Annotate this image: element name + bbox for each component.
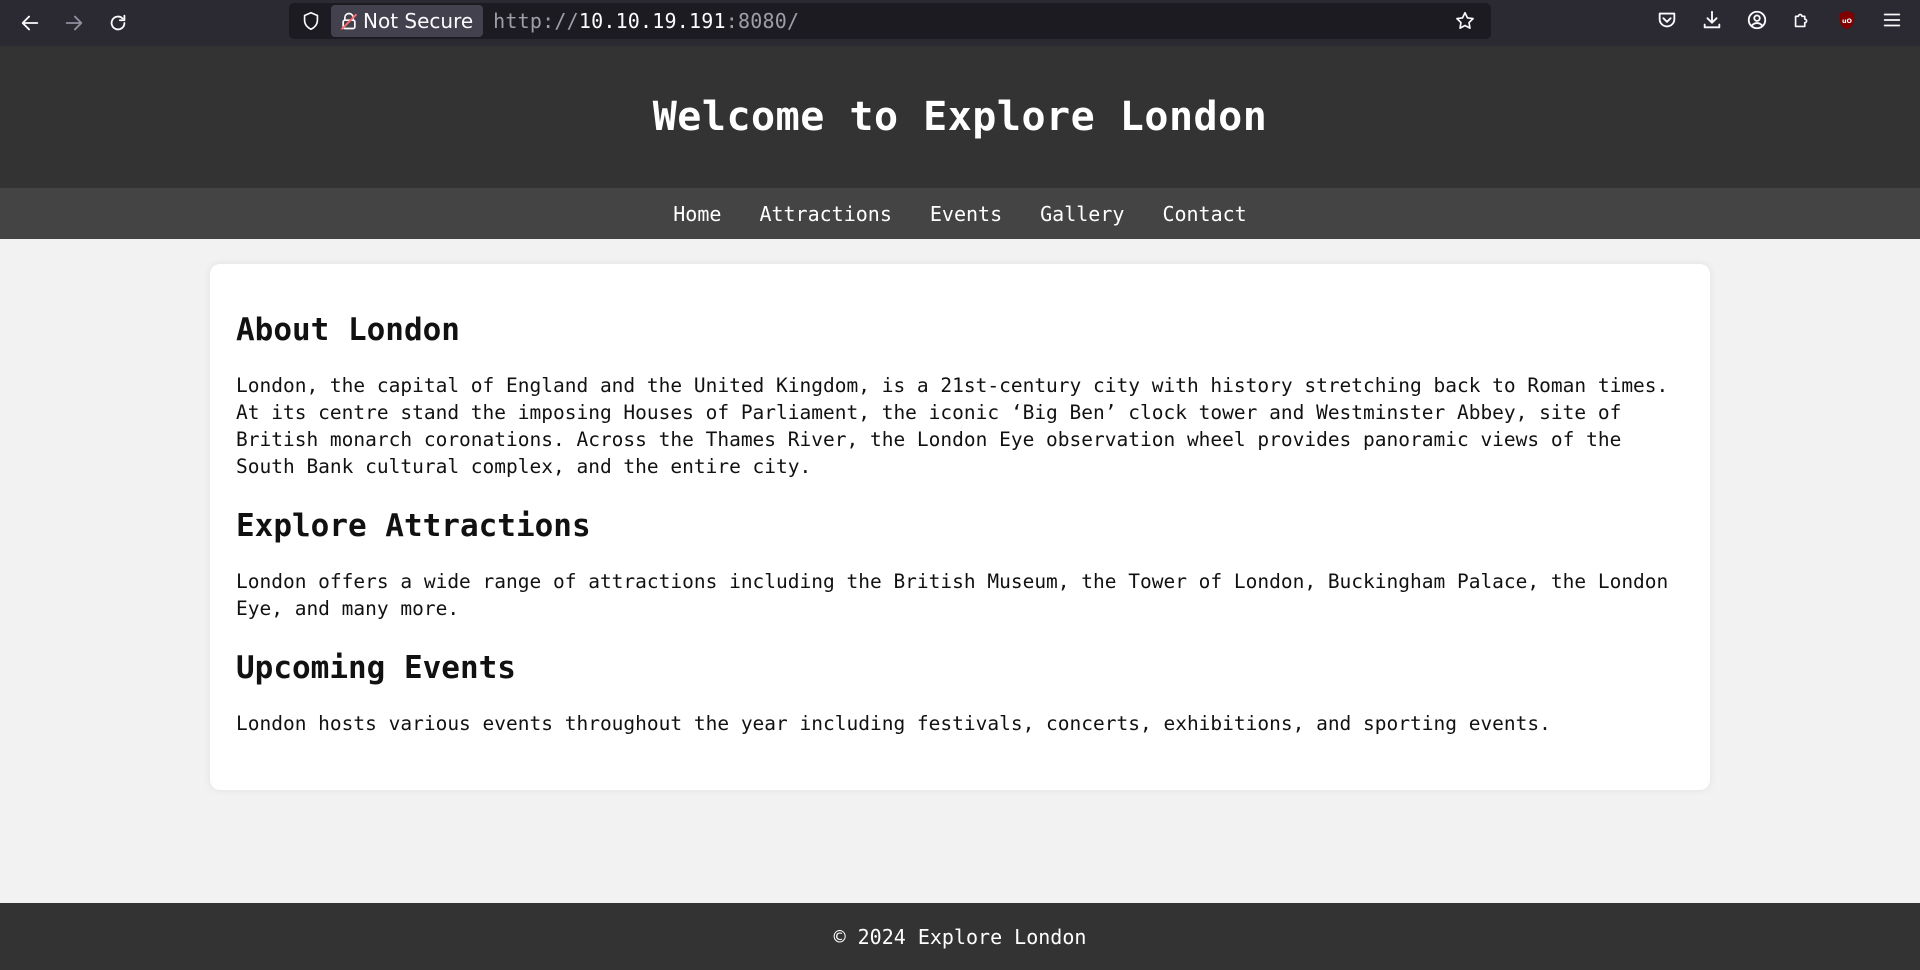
events-section: Upcoming Events London hosts various eve… — [236, 650, 1684, 737]
copyright-text: © 2024 Explore London — [833, 924, 1087, 949]
account-button[interactable] — [1734, 0, 1779, 40]
nav-link-attractions[interactable]: Attractions — [759, 202, 891, 226]
reload-button[interactable] — [96, 3, 140, 43]
url-scheme: http:// — [493, 9, 579, 33]
nav-link-gallery[interactable]: Gallery — [1040, 202, 1124, 226]
attractions-section: Explore Attractions London offers a wide… — [236, 508, 1684, 622]
page-title: Welcome to Explore London — [652, 94, 1268, 140]
menu-icon — [1883, 13, 1900, 27]
svg-text:uO: uO — [1841, 17, 1852, 25]
ublock-icon: uO — [1839, 10, 1854, 30]
site-footer: © 2024 Explore London — [0, 903, 1920, 970]
bookmark-star-icon — [1456, 11, 1474, 29]
back-button[interactable] — [8, 3, 52, 43]
toolbar-right-icons: uO — [1644, 0, 1914, 40]
extensions-button[interactable] — [1779, 0, 1824, 40]
about-heading: About London — [236, 312, 460, 348]
url-port: :8080/ — [725, 9, 800, 33]
events-heading: Upcoming Events — [236, 650, 516, 686]
forward-icon — [65, 15, 83, 31]
extensions-icon — [1794, 13, 1807, 28]
bookmark-button[interactable] — [1447, 3, 1483, 39]
attractions-text: London offers a wide range of attraction… — [236, 570, 1669, 620]
shield-icon — [303, 11, 319, 31]
navigation-buttons — [8, 0, 140, 46]
tracking-protection-button[interactable] — [293, 3, 329, 39]
main-nav: Home Attractions Events Gallery Contact — [0, 188, 1920, 239]
forward-button[interactable] — [52, 3, 96, 43]
about-section: About London London, the capital of Engl… — [236, 312, 1684, 480]
download-icon — [1703, 10, 1720, 29]
back-icon — [21, 15, 39, 31]
browser-toolbar: Not Secure http://10.10.19.191:8080/ uO — [0, 0, 1920, 46]
nav-link-home[interactable]: Home — [673, 202, 721, 226]
pocket-icon — [1658, 12, 1675, 28]
attractions-heading: Explore Attractions — [236, 508, 591, 544]
downloads-button[interactable] — [1689, 0, 1734, 40]
nav-link-contact[interactable]: Contact — [1162, 202, 1246, 226]
ublock-button[interactable]: uO — [1824, 0, 1869, 40]
reload-icon — [110, 14, 126, 31]
not-secure-label: Not Secure — [363, 9, 474, 33]
site-security-button[interactable]: Not Secure — [331, 5, 484, 37]
lock-warning-icon — [340, 12, 358, 30]
url-text[interactable]: http://10.10.19.191:8080/ — [493, 9, 799, 33]
account-icon — [1747, 10, 1766, 30]
content-card: About London London, the capital of Engl… — [210, 264, 1710, 790]
about-text: London, the capital of England and the U… — [236, 374, 1669, 478]
menu-button[interactable] — [1869, 0, 1914, 40]
nav-link-events[interactable]: Events — [930, 202, 1002, 226]
url-host: 10.10.19.191 — [578, 9, 726, 33]
events-text: London hosts various events throughout t… — [236, 712, 1551, 735]
site-header: Welcome to Explore London — [0, 46, 1920, 188]
url-bar[interactable]: Not Secure http://10.10.19.191:8080/ — [289, 3, 1491, 39]
pocket-button[interactable] — [1644, 0, 1689, 40]
